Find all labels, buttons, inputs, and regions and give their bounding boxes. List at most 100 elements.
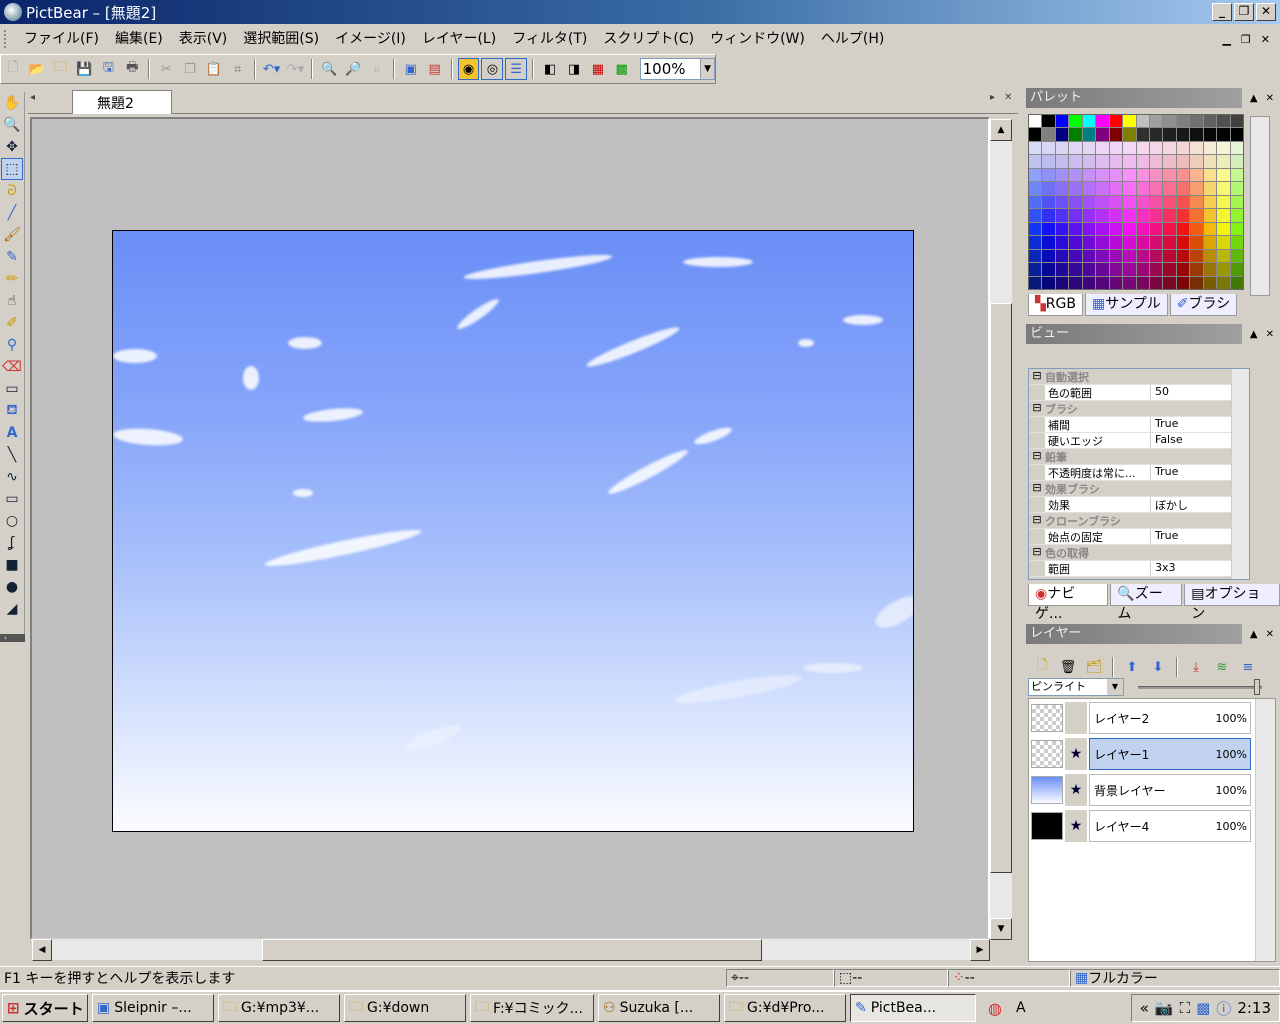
image-window-icon[interactable]: ▣ xyxy=(400,58,422,80)
palette-swatch[interactable] xyxy=(1203,141,1217,155)
task-down-folder[interactable]: 🗀 G:¥down xyxy=(344,994,466,1022)
palette-swatch[interactable] xyxy=(1123,195,1136,209)
panel-collapse-icon[interactable]: ▲ xyxy=(1250,629,1258,640)
fill-tool-icon[interactable]: ⛾ xyxy=(1,400,23,422)
tab-scroll-left-icon[interactable]: ◂ xyxy=(30,92,35,103)
layer-name-cell[interactable]: レイヤー4 100% xyxy=(1089,810,1251,842)
layer-row[interactable]: ★ 背景レイヤー 100% xyxy=(1029,773,1251,807)
palette-swatch[interactable] xyxy=(1123,249,1136,263)
palette-swatch[interactable] xyxy=(1069,141,1082,155)
palette-swatch[interactable] xyxy=(1096,276,1109,289)
tab-sample[interactable]: ▦サンプル xyxy=(1084,294,1168,316)
network-icon[interactable]: ⛶ xyxy=(1180,999,1191,1017)
antivirus-icon[interactable]: ◍ xyxy=(988,999,1002,1018)
palette-swatch[interactable] xyxy=(1203,276,1217,289)
hand-tool-icon[interactable]: ✋ xyxy=(1,92,23,114)
print-icon[interactable]: 🖶 xyxy=(121,58,143,80)
airbrush-tool-icon[interactable]: ✎ xyxy=(1,246,23,268)
palette-swatch[interactable] xyxy=(1082,236,1096,249)
palette-swatch[interactable] xyxy=(1029,249,1042,263)
tray-expand-icon[interactable]: « xyxy=(1140,999,1149,1017)
layer-row[interactable]: ★ レイヤー4 100% xyxy=(1029,809,1251,843)
palette-swatch[interactable] xyxy=(1069,128,1082,141)
zoom-in-icon[interactable]: 🔍 xyxy=(318,58,340,80)
property-row[interactable]: 範囲 3x3 xyxy=(1029,561,1249,577)
palette-swatch[interactable] xyxy=(1029,276,1042,289)
mdi-close-icon[interactable]: ✕ xyxy=(1261,33,1270,46)
palette-swatch[interactable] xyxy=(1203,182,1217,195)
property-value[interactable]: True xyxy=(1151,465,1178,480)
palette-swatch[interactable] xyxy=(1029,236,1042,249)
palette-swatch[interactable] xyxy=(1203,168,1217,182)
property-value[interactable]: 3x3 xyxy=(1151,561,1176,576)
scroll-down-icon[interactable]: ▼ xyxy=(990,918,1012,940)
crop-icon[interactable]: ⌗ xyxy=(227,58,249,80)
palette-swatch[interactable] xyxy=(1217,276,1230,289)
rectangle-tool-icon[interactable]: ▭ xyxy=(1,488,23,510)
merge-down-icon[interactable]: ⤓ xyxy=(1185,656,1207,678)
property-row[interactable]: 硬いエッジ False xyxy=(1029,433,1249,449)
menu-selection[interactable]: 選択範囲(S) xyxy=(235,28,327,50)
collapse-icon[interactable]: ⊟ xyxy=(1029,401,1045,416)
palette-swatch[interactable] xyxy=(1149,276,1163,289)
palette-swatch[interactable] xyxy=(1230,168,1243,182)
panel-close-icon[interactable]: ✕ xyxy=(1266,629,1274,640)
palette-swatch[interactable] xyxy=(1069,115,1082,128)
palette-swatch[interactable] xyxy=(1109,182,1123,195)
brush-tool-icon[interactable]: 🖌 xyxy=(1,224,23,246)
smudge-tool-icon[interactable]: ☝ xyxy=(1,290,23,312)
property-row[interactable]: 補間 True xyxy=(1029,417,1249,433)
palette-swatch[interactable] xyxy=(1163,182,1176,195)
palette-swatch[interactable] xyxy=(1230,115,1243,128)
palette-swatch[interactable] xyxy=(1096,141,1109,155)
palette-swatch[interactable] xyxy=(1042,236,1055,249)
palette-swatch[interactable] xyxy=(1096,209,1109,222)
task-suzuka[interactable]: ⚇ Suzuka [... xyxy=(598,994,720,1022)
palette-swatch[interactable] xyxy=(1176,263,1190,276)
palette-swatch[interactable] xyxy=(1217,168,1230,182)
panel-close-icon[interactable]: ✕ xyxy=(1266,93,1274,104)
property-row[interactable]: 色の範囲 50 xyxy=(1029,385,1249,401)
palette-swatch[interactable] xyxy=(1123,155,1136,168)
cut-icon[interactable]: ✂ xyxy=(155,58,177,80)
palette-swatch[interactable] xyxy=(1136,276,1149,289)
effect-brush-tool-icon[interactable]: ✐ xyxy=(1,312,23,334)
palette-swatch[interactable] xyxy=(1190,209,1203,222)
palette-swatch[interactable] xyxy=(1176,236,1190,249)
layer-opacity-slider[interactable] xyxy=(1138,679,1262,695)
palette-swatch[interactable] xyxy=(1096,115,1109,128)
palette-swatch[interactable] xyxy=(1082,141,1096,155)
palette-swatch[interactable] xyxy=(1055,195,1069,209)
move-layer-up-icon[interactable]: ⬆ xyxy=(1121,656,1143,678)
palette-swatch[interactable] xyxy=(1042,182,1055,195)
palette-swatch[interactable] xyxy=(1042,168,1055,182)
palette-swatch[interactable] xyxy=(1176,115,1190,128)
palette-swatch[interactable] xyxy=(1217,195,1230,209)
palette-swatch[interactable] xyxy=(1029,128,1042,141)
ellipse-tool-icon[interactable]: ○ xyxy=(1,510,23,532)
ime-icon[interactable]: A xyxy=(1016,1000,1026,1016)
blend-mode-select[interactable]: ピンライト ▼ xyxy=(1028,678,1124,696)
palette-swatch[interactable] xyxy=(1163,195,1176,209)
palette-swatch[interactable] xyxy=(1203,249,1217,263)
collapse-icon[interactable]: ⊟ xyxy=(1029,513,1045,528)
palette-swatch[interactable] xyxy=(1123,222,1136,236)
palette-swatch[interactable] xyxy=(1055,141,1069,155)
palette-swatch[interactable] xyxy=(1069,249,1082,263)
palette-swatch[interactable] xyxy=(1055,249,1069,263)
palette-swatch[interactable] xyxy=(1230,195,1243,209)
palette-swatch[interactable] xyxy=(1163,263,1176,276)
palette-swatch[interactable] xyxy=(1069,209,1082,222)
palette-swatch[interactable] xyxy=(1069,276,1082,289)
open-recent-icon[interactable]: 🗀 xyxy=(50,58,72,80)
palette-swatch[interactable] xyxy=(1123,128,1136,141)
palette-swatch[interactable] xyxy=(1149,263,1163,276)
palette-swatch[interactable] xyxy=(1069,168,1082,182)
palette-swatch[interactable] xyxy=(1176,195,1190,209)
camera-icon[interactable]: 📷 xyxy=(1155,999,1174,1017)
palette-swatch[interactable] xyxy=(1109,263,1123,276)
property-row[interactable]: 始点の固定 True xyxy=(1029,529,1249,545)
palette-swatch[interactable] xyxy=(1190,168,1203,182)
palette-swatch[interactable] xyxy=(1069,263,1082,276)
eyedropper-tool-icon[interactable]: ⚲ xyxy=(1,334,23,356)
